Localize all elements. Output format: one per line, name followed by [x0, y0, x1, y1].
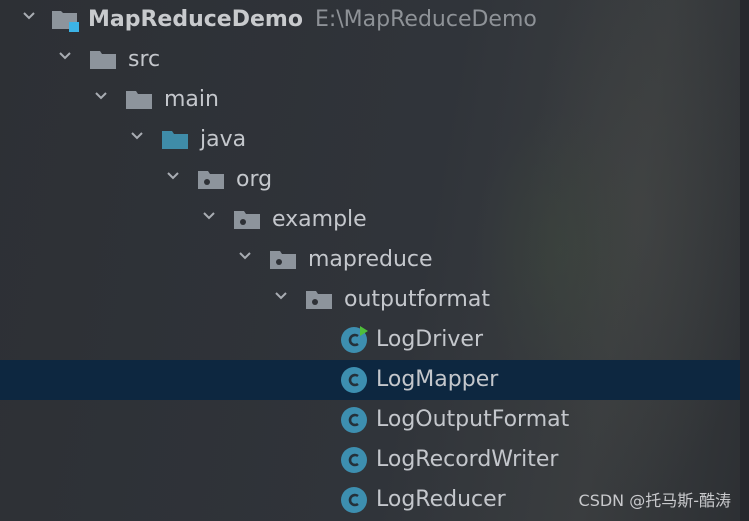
chevron-down-icon[interactable] — [22, 10, 35, 22]
tree-row-outputformat[interactable]: outputformat — [0, 280, 740, 320]
project-name: MapReduceDemo — [88, 7, 303, 32]
tree-item-label: LogRecordWriter — [376, 447, 559, 472]
tree-item-label: LogMapper — [376, 367, 499, 392]
tree-row-LogDriver[interactable]: LogDriver — [0, 320, 740, 360]
chevron-down-icon[interactable] — [94, 90, 107, 102]
tree-row-LogRecordWriter[interactable]: LogRecordWriter — [0, 440, 740, 480]
tree-item-label: main — [164, 87, 219, 112]
tree-row-project-root[interactable]: MapReduceDemo E:\MapReduceDemo — [0, 0, 740, 40]
tree-item-label: mapreduce — [308, 247, 433, 272]
package-icon — [270, 249, 296, 271]
tree-row-main[interactable]: main — [0, 80, 740, 120]
source-folder-icon — [162, 129, 188, 151]
scrollbar[interactable] — [740, 0, 749, 521]
tree-item-label: org — [236, 167, 273, 192]
folder-icon — [126, 89, 152, 111]
chevron-down-icon[interactable] — [166, 170, 179, 182]
tree-item-label: LogReducer — [376, 487, 506, 512]
class-icon — [340, 407, 367, 433]
tree-item-label: LogDriver — [376, 327, 483, 352]
project-module-icon — [52, 9, 79, 32]
package-icon — [234, 209, 260, 231]
class-icon — [340, 487, 367, 513]
tree-row-java[interactable]: java — [0, 120, 740, 160]
watermark: CSDN @托马斯-酷涛 — [578, 491, 731, 510]
tree-item-label: java — [200, 127, 247, 152]
tree-row-src[interactable]: src — [0, 40, 740, 80]
package-icon — [306, 289, 332, 311]
chevron-down-icon[interactable] — [130, 130, 143, 142]
tree-row-mapreduce[interactable]: mapreduce — [0, 240, 740, 280]
class-icon — [340, 367, 367, 393]
project-path: E:\MapReduceDemo — [314, 7, 537, 32]
tree-row-org[interactable]: org — [0, 160, 740, 200]
chevron-down-icon[interactable] — [274, 290, 287, 302]
chevron-down-icon[interactable] — [58, 50, 71, 62]
tree-row-LogMapper[interactable]: LogMapper — [0, 360, 740, 400]
tree-item-label: example — [272, 207, 367, 232]
tree-item-label: src — [128, 47, 161, 72]
package-icon — [198, 169, 224, 191]
chevron-down-icon[interactable] — [202, 210, 215, 222]
runnable-class-icon — [340, 326, 368, 353]
tree-row-LogOutputFormat[interactable]: LogOutputFormat — [0, 400, 740, 440]
project-tree: MapReduceDemo E:\MapReduceDemo src main jav… — [0, 0, 740, 520]
chevron-down-icon[interactable] — [238, 250, 251, 262]
tree-item-label: LogOutputFormat — [376, 407, 570, 432]
class-icon — [340, 447, 367, 473]
tree-row-example[interactable]: example — [0, 200, 740, 240]
folder-icon — [90, 49, 116, 71]
tree-item-label: outputformat — [344, 287, 490, 312]
